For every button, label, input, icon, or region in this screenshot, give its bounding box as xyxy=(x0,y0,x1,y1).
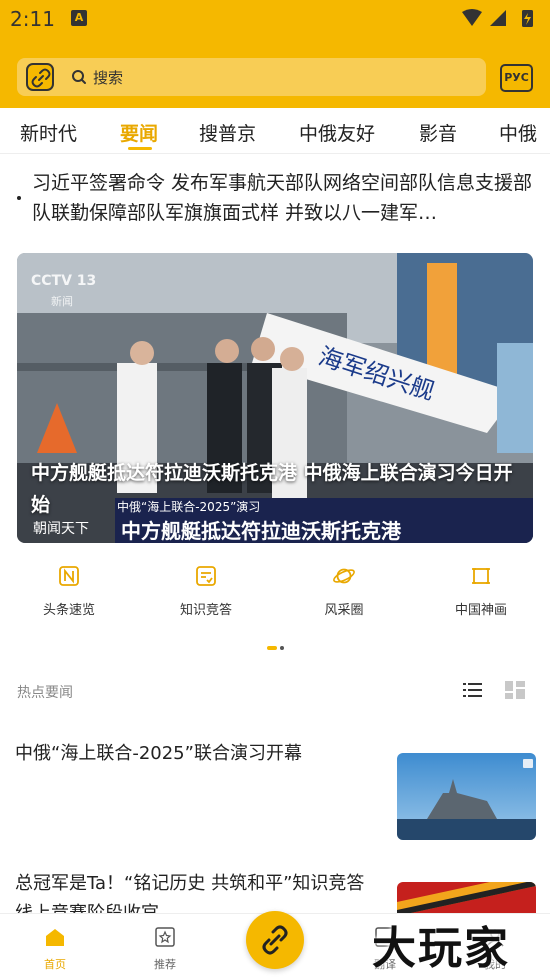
tab-new-era[interactable]: 新时代 xyxy=(20,119,77,146)
quick-link-label: 知识竞答 xyxy=(179,603,232,618)
watermark-logo: 大玩家 xyxy=(372,923,510,974)
banner-carousel[interactable]: 海军绍兴舰 CCTV 13 新闻 中俄“海上联合-2025”演习 中方舰艇抵达符… xyxy=(17,253,533,543)
section-title: 热点要闻 xyxy=(17,685,73,701)
bullet-dot xyxy=(17,196,21,200)
headline-text: 习近平签署命令 发布军事航天部队网络空间部队信息支援部队联勤保障部队军旗旗面式样… xyxy=(32,172,533,224)
tab-china-russia-friendship[interactable]: 中俄友好 xyxy=(299,119,375,146)
search-placeholder: 搜索 xyxy=(93,69,124,87)
quick-link-headlines[interactable]: 头条速览 xyxy=(14,565,124,618)
quick-link-label: 头条速览 xyxy=(42,603,95,618)
banner-caption: 中方舰艇抵达符拉迪沃斯托克港 中俄海上联合演习今日开始 xyxy=(31,462,513,516)
quick-link-china-painting[interactable]: 中国神画 xyxy=(426,565,536,618)
news-item[interactable]: 中俄“海上联合-2025”联合演习开幕 xyxy=(0,720,550,850)
tab-headlines[interactable]: 要闻 xyxy=(120,119,158,146)
link-icon xyxy=(262,925,288,955)
quick-link-label: 风采圈 xyxy=(324,603,364,618)
tab-media[interactable]: 影音 xyxy=(419,119,457,146)
nav-home[interactable]: 首页 xyxy=(25,926,85,972)
news-thumbnail xyxy=(397,753,536,840)
planet-icon xyxy=(333,568,355,584)
home-icon xyxy=(46,929,64,946)
tab-china-russia[interactable]: 中俄 xyxy=(499,119,537,146)
quick-link-gallery[interactable]: 风采圈 xyxy=(289,565,399,618)
quick-link-quiz[interactable]: 知识竞答 xyxy=(151,565,261,618)
quiz-icon xyxy=(196,566,216,586)
center-link-button[interactable] xyxy=(246,911,304,969)
news-title: 中俄“海上联合-2025”联合演习开幕 xyxy=(15,743,302,764)
signal-battery-icon xyxy=(460,8,540,34)
cctv-sub-label: 新闻 xyxy=(51,295,73,308)
top-headline[interactable]: 习近平签署命令 发布军事航天部队网络空间部队信息支援部队联勤保障部队军旗旗面式样… xyxy=(0,160,550,240)
nav-label: 首页 xyxy=(44,958,66,971)
nav-label: 推荐 xyxy=(154,958,176,971)
search-bar[interactable]: 搜索 xyxy=(17,58,486,96)
quick-link-label: 中国神画 xyxy=(454,603,507,618)
quick-links: 头条速览 知识竞答 风采圈 中国神画 xyxy=(0,565,550,635)
status-bar: 2:11 A xyxy=(0,0,550,38)
nav-recommend[interactable]: 推荐 xyxy=(135,926,195,972)
list-view-icon[interactable] xyxy=(463,682,483,702)
search-icon xyxy=(71,69,87,89)
star-icon xyxy=(155,927,175,947)
tab-search-putin[interactable]: 搜普京 xyxy=(199,119,256,146)
pager-dot xyxy=(280,646,284,650)
lower-third-program: 朝闻天下 xyxy=(33,521,89,537)
scroll-painting-icon xyxy=(472,568,490,584)
notification-a-icon: A xyxy=(71,10,87,26)
pager-dot-active xyxy=(267,646,277,650)
active-tab-indicator xyxy=(128,147,152,150)
cctv-logo: CCTV 13 xyxy=(31,273,97,289)
category-tabs: 新时代 要闻 搜普京 中俄友好 影音 中俄 xyxy=(0,108,550,154)
grid-view-icon[interactable] xyxy=(505,681,525,703)
top-header: 搜索 РУС xyxy=(0,38,550,108)
language-button[interactable]: РУС xyxy=(500,64,533,92)
news-n-icon xyxy=(59,566,79,586)
link-icon[interactable] xyxy=(26,63,54,91)
status-time: 2:11 xyxy=(10,7,55,31)
